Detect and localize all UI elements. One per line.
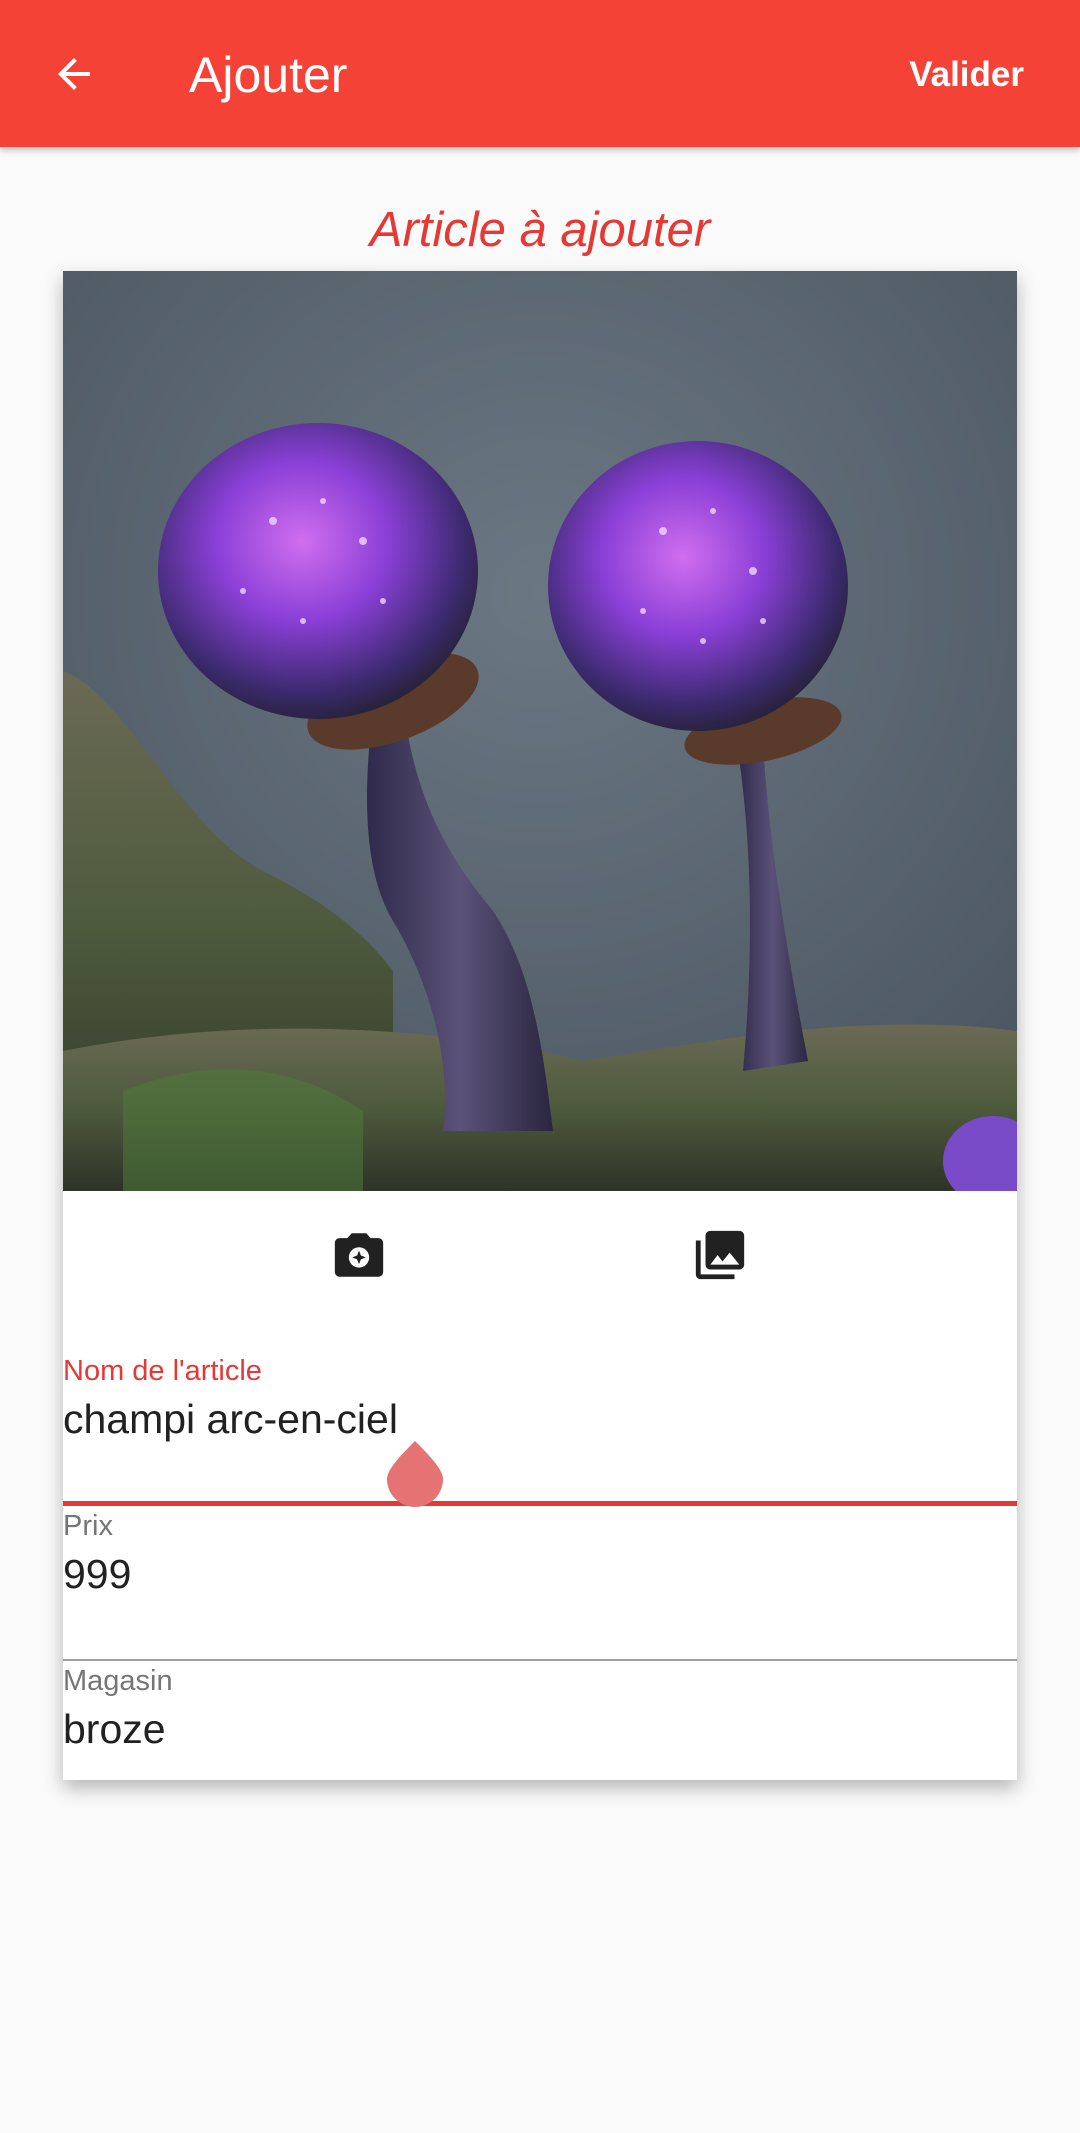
article-card: Nom de l'article champi arc-en-ciel Prix… [63, 271, 1017, 1780]
camera-button[interactable] [311, 1209, 407, 1305]
price-value: 999 [63, 1551, 132, 1597]
price-label: Prix [63, 1510, 113, 1542]
article-name-value: champi arc-en-ciel [63, 1396, 398, 1442]
text-cursor-handle[interactable] [385, 1439, 445, 1509]
shop-field[interactable]: Magasin broze [63, 1661, 1017, 1780]
photo-library-icon [691, 1226, 749, 1289]
app-bar: Ajouter Valider [0, 0, 1080, 147]
price-field[interactable]: Prix 999 [63, 1506, 1017, 1661]
shop-value: broze [63, 1706, 166, 1752]
back-button[interactable] [38, 40, 110, 112]
article-photo [63, 271, 1017, 1191]
article-name-label: Nom de l'article [63, 1355, 262, 1387]
camera-icon [330, 1226, 388, 1289]
gallery-button[interactable] [672, 1209, 768, 1305]
photo-actions [63, 1191, 1017, 1321]
arrow-back-icon [50, 50, 98, 103]
shop-label: Magasin [63, 1665, 173, 1697]
article-name-field[interactable]: Nom de l'article champi arc-en-ciel [63, 1351, 1017, 1506]
validate-button[interactable]: Valider [909, 50, 1024, 100]
page-title: Ajouter [189, 47, 348, 103]
section-title: Article à ajouter [369, 203, 711, 257]
